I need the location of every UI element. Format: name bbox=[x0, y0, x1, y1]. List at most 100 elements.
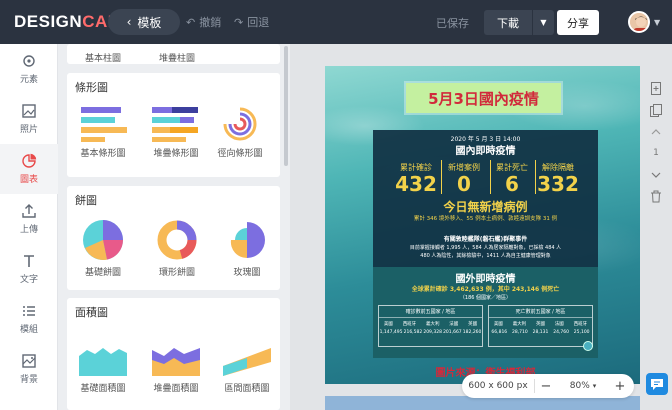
image-icon bbox=[22, 104, 36, 118]
table-cell: 義大利 bbox=[512, 322, 527, 327]
table-cell: 25,100 bbox=[573, 330, 590, 335]
nav-module[interactable]: 模組 bbox=[0, 294, 58, 344]
poster-title[interactable]: 5月3日國內疫情 bbox=[406, 83, 561, 113]
chat-support-button[interactable] bbox=[646, 373, 668, 395]
pie-chart-card: 餅圖 基礎餅圖 環形餅圖 玫瑰圖 bbox=[67, 186, 280, 290]
intl-line: 全球累計確診 3,462,633 例，其中 243,146 例死亡 bbox=[411, 286, 560, 293]
cluster-title: 有關敦睦艦隊(磐石艦)群聚事件 bbox=[443, 236, 528, 243]
nav-label: 圖表 bbox=[19, 175, 38, 185]
bar-chart-icon bbox=[81, 107, 127, 142]
stacked-area-chart-icon bbox=[152, 348, 200, 376]
zoom-in-button[interactable]: + bbox=[609, 379, 631, 394]
download-button[interactable]: 下載 bbox=[484, 10, 532, 35]
radial-bar-chart-thumb[interactable]: 徑向條形圖 bbox=[217, 105, 263, 159]
chart-thumb-label: 基本條形圖 bbox=[80, 149, 126, 159]
table-cell: 182,260 bbox=[462, 330, 482, 335]
nav-background[interactable]: 背景 bbox=[0, 344, 58, 394]
background-icon bbox=[22, 354, 36, 368]
undo-button[interactable]: ↶ 撤銷 bbox=[186, 14, 221, 30]
table-row: 美國 西班牙 義大利 法國 英國 bbox=[379, 318, 482, 327]
range-area-chart-icon bbox=[223, 348, 271, 376]
nav-upload[interactable]: 上傳 bbox=[0, 194, 58, 244]
chart-thumb-label: 徑向條形圖 bbox=[217, 149, 263, 159]
nav-elements[interactable]: 元素 bbox=[0, 44, 58, 94]
templates-label: 模板 bbox=[137, 15, 162, 30]
table-cell: 法國 bbox=[554, 322, 564, 327]
section-title: 面積圖 bbox=[75, 306, 108, 319]
stacked-bar-chart-icon bbox=[152, 107, 198, 142]
table-row: 66,816 28,710 28,131 24,760 25,100 bbox=[489, 327, 592, 335]
table-cell: 法國 bbox=[449, 322, 459, 327]
chart-panel: 基本柱圖 堆疊柱圖 條形圖 基本條形圖 堆疊條形圖 徑向條形圖 餅圖 基礎餅圖 … bbox=[58, 44, 290, 410]
chevron-left-icon: ‹ bbox=[126, 15, 132, 29]
basic-area-chart-thumb[interactable]: 基礎面積圖 bbox=[77, 344, 129, 394]
chart-thumb-label[interactable]: 基本柱圖 bbox=[85, 51, 121, 64]
chevron-up-icon[interactable] bbox=[650, 126, 662, 139]
zoom-out-button[interactable]: − bbox=[535, 379, 557, 394]
page-number: 1 bbox=[653, 148, 659, 158]
templates-button[interactable]: ‹ 模板 bbox=[108, 9, 180, 35]
canvas-size-label[interactable]: 600 x 600 px bbox=[462, 381, 534, 391]
logo-text: DESIGN bbox=[14, 12, 83, 31]
table-cell: 209,328 bbox=[423, 330, 442, 335]
stat-released: 解除隔離 332 bbox=[532, 162, 584, 195]
grid-icon bbox=[23, 55, 35, 67]
list-icon bbox=[23, 306, 35, 316]
nav-label: 背景 bbox=[19, 375, 38, 385]
area-chart-card: 面積圖 基礎面積圖 堆疊面積圖 區間面積圖 bbox=[67, 298, 280, 410]
chart-thumb-label[interactable]: 堆疊柱圖 bbox=[159, 51, 195, 64]
undo-label: 撤銷 bbox=[199, 16, 222, 29]
nav-photos[interactable]: 照片 bbox=[0, 94, 58, 144]
nav-charts[interactable]: 圖表 bbox=[0, 144, 58, 194]
stat-value: 432 bbox=[395, 172, 437, 196]
add-page-icon[interactable] bbox=[650, 82, 662, 95]
redo-button[interactable]: ↷ 回退 bbox=[234, 14, 269, 30]
poster-subline: 累計 346 境外移入、55 例本土病例、敦睦遠訓支隊 31 例 bbox=[413, 216, 558, 222]
stat-new-cases: 新增案例 0 bbox=[438, 162, 490, 195]
stacked-bar-chart-thumb[interactable]: 堆疊條形圖 bbox=[150, 105, 202, 159]
upload-icon bbox=[22, 204, 36, 218]
table-cell: 28,710 bbox=[512, 330, 528, 335]
app-logo[interactable]: DESIGNCAP bbox=[14, 12, 120, 32]
table-row: 1,147,495 216,582 209,328 201,667 182,26… bbox=[379, 327, 482, 335]
nav-text[interactable]: 文字 bbox=[0, 244, 58, 294]
rose-chart-thumb[interactable]: 玫瑰圖 bbox=[225, 218, 269, 278]
donut-chart-thumb[interactable]: 環形餅圖 bbox=[155, 218, 199, 278]
table-cell: 1,147,495 bbox=[379, 330, 403, 335]
stat-value: 0 bbox=[457, 172, 471, 196]
range-area-chart-thumb[interactable]: 區間面積圖 bbox=[221, 344, 273, 394]
section-title: 條形圖 bbox=[75, 81, 108, 94]
user-avatar[interactable] bbox=[628, 11, 650, 33]
pie-chart-icon bbox=[22, 153, 37, 168]
chat-icon bbox=[651, 379, 663, 390]
basic-pie-chart-thumb[interactable]: 基礎餅圖 bbox=[81, 218, 125, 278]
chart-thumb-label: 堆疊面積圖 bbox=[153, 384, 199, 394]
duplicate-page-icon[interactable] bbox=[650, 104, 662, 117]
radial-bar-chart-icon bbox=[223, 107, 257, 141]
panel-scrollbar[interactable] bbox=[284, 46, 288, 166]
table-title: 確診數前五國家 / 地區 bbox=[379, 306, 482, 318]
chevron-down-icon[interactable] bbox=[650, 168, 662, 181]
stacked-area-chart-thumb[interactable]: 堆疊面積圖 bbox=[150, 344, 202, 394]
zoom-level-select[interactable]: 80% ▾ bbox=[557, 381, 609, 391]
column-chart-card: 基本柱圖 堆疊柱圖 bbox=[67, 44, 280, 64]
share-button[interactable]: 分享 bbox=[557, 10, 599, 35]
chevron-down-icon[interactable]: ▼ bbox=[654, 18, 660, 27]
stat-value: 332 bbox=[537, 172, 579, 196]
save-status: 已保存 bbox=[436, 17, 469, 30]
stat-value: 6 bbox=[505, 172, 519, 196]
download-group: 下載 ▼ bbox=[484, 10, 554, 35]
nav-label: 文字 bbox=[19, 275, 38, 285]
chart-thumb-label: 環形餅圖 bbox=[158, 268, 195, 278]
intl-heading: 國外即時疫情 bbox=[455, 274, 516, 285]
donut-chart-icon bbox=[157, 220, 197, 260]
text-icon bbox=[24, 255, 34, 267]
chart-thumb-label: 堆疊條形圖 bbox=[153, 149, 199, 159]
trash-icon[interactable] bbox=[650, 190, 662, 203]
download-options-button[interactable]: ▼ bbox=[532, 10, 554, 35]
basic-bar-chart-thumb[interactable]: 基本條形圖 bbox=[77, 105, 129, 159]
rose-chart-icon bbox=[230, 222, 265, 259]
chevron-down-icon: ▾ bbox=[592, 382, 597, 390]
table-cell: 英國 bbox=[468, 322, 478, 327]
next-page-canvas[interactable] bbox=[325, 396, 644, 410]
